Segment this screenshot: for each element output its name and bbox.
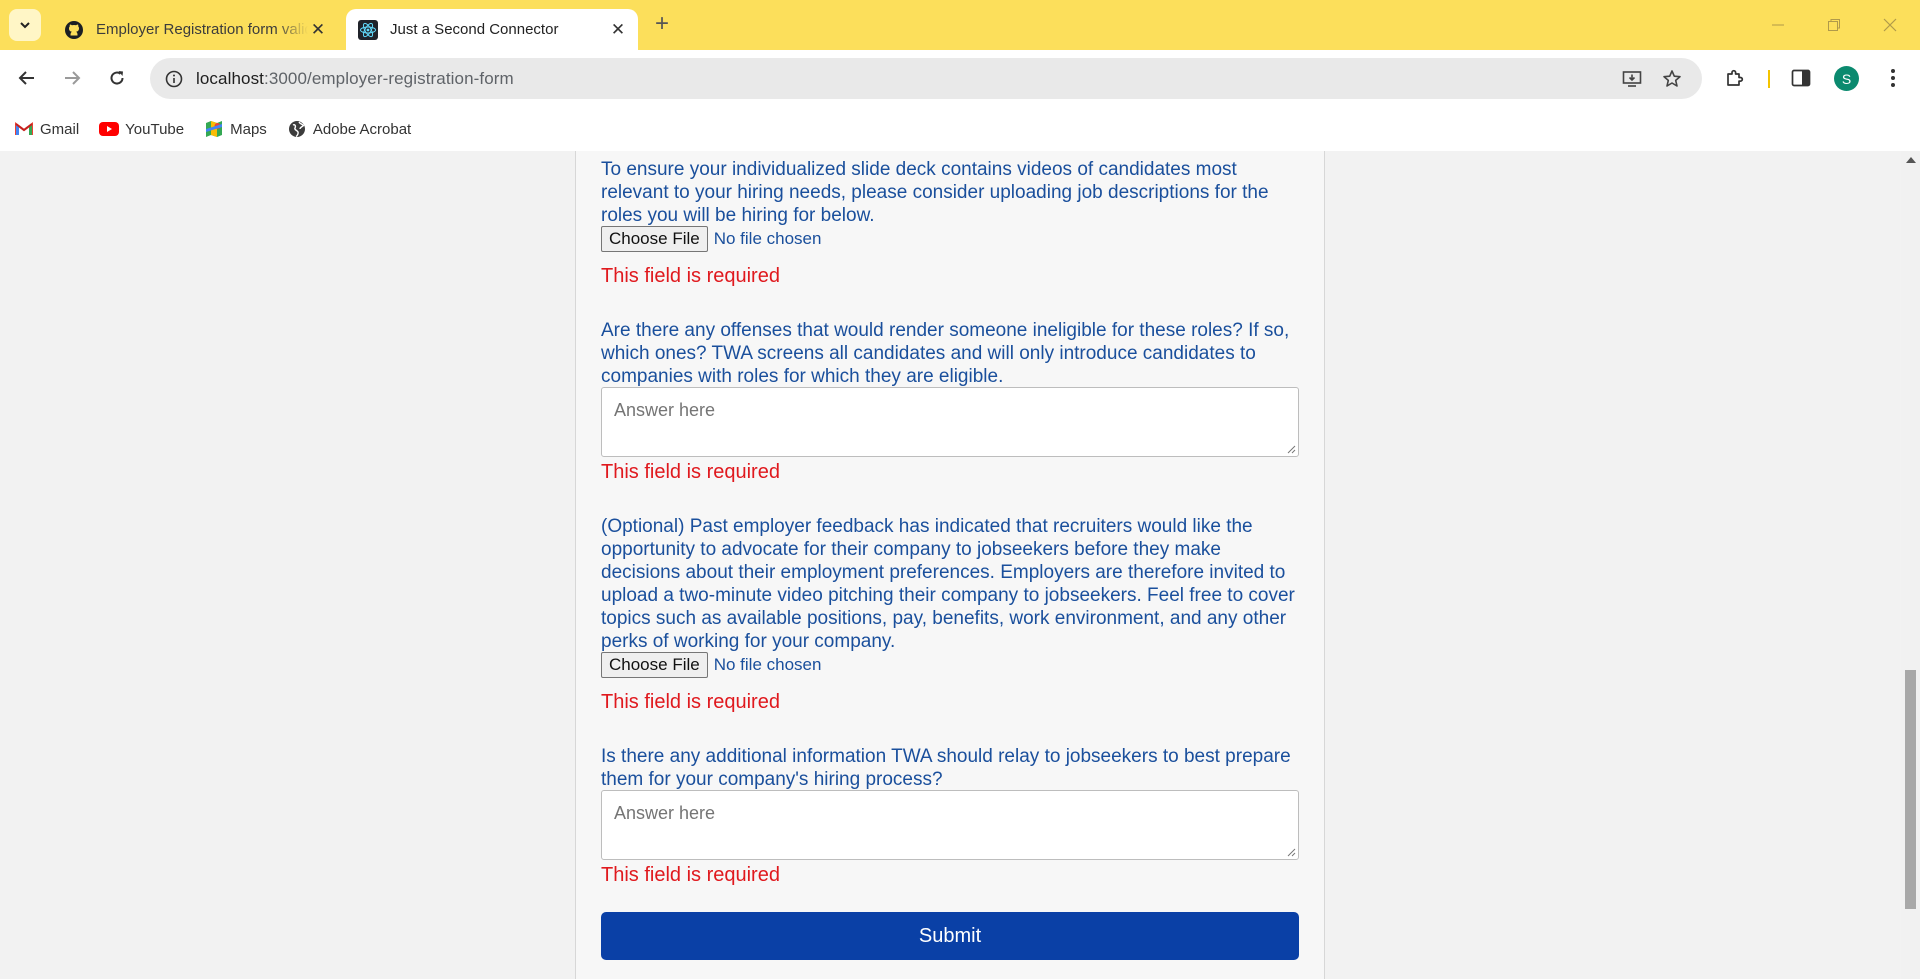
- answer-placeholder: Answer here: [614, 400, 716, 420]
- tab-title: Employer Registration form validation: [96, 21, 308, 38]
- submit-button[interactable]: Submit: [601, 912, 1299, 960]
- scrollbar-thumb[interactable]: [1905, 670, 1916, 909]
- file-status: No file chosen: [713, 229, 822, 248]
- new-tab-plus-icon[interactable]: +: [648, 10, 676, 38]
- address-bar[interactable]: localhost:3000/employer-registration-for…: [150, 58, 1702, 99]
- bookmark-gmail[interactable]: Gmail: [14, 115, 87, 143]
- site-info-icon[interactable]: [160, 65, 188, 93]
- question-additional-info: Is there any additional information TWA …: [601, 746, 1291, 790]
- page-viewport: To ensure your individualized slide deck…: [0, 151, 1920, 979]
- bookmark-label: Gmail: [40, 120, 80, 138]
- bookmark-label: Adobe Acrobat: [312, 120, 412, 138]
- resize-handle-icon[interactable]: [1286, 444, 1296, 454]
- toolbar-separator: [1768, 70, 1770, 88]
- question-pitch-video: (Optional) Past employer feedback has in…: [601, 516, 1295, 652]
- url-host: localhost: [196, 69, 264, 88]
- tab-title: Just a Second Connector: [390, 21, 559, 38]
- bookmark-label: Maps: [230, 120, 267, 138]
- choose-file-button[interactable]: Choose File: [601, 652, 708, 678]
- pitch-video-file-input[interactable]: Choose File No file chosen: [601, 652, 821, 678]
- extensions-puzzle-icon[interactable]: [1720, 63, 1750, 93]
- resize-handle-icon[interactable]: [1286, 847, 1296, 857]
- tab-employer-registration[interactable]: Employer Registration form validation ✕: [52, 9, 338, 50]
- globe-icon: [287, 121, 307, 138]
- file-status: No file chosen: [713, 655, 822, 674]
- kebab-menu-icon[interactable]: [1878, 63, 1908, 93]
- job-description-file-input[interactable]: Choose File No file chosen: [601, 226, 821, 252]
- close-tab-icon[interactable]: ✕: [308, 20, 328, 40]
- side-panel-icon[interactable]: [1786, 63, 1816, 93]
- additional-info-answer-textarea[interactable]: Answer here: [601, 790, 1299, 860]
- choose-file-button[interactable]: Choose File: [601, 226, 708, 252]
- bookmark-maps[interactable]: Maps: [204, 115, 275, 143]
- offenses-answer-textarea[interactable]: Answer here: [601, 387, 1299, 457]
- reload-icon[interactable]: [100, 61, 134, 95]
- minimize-icon[interactable]: [1750, 0, 1806, 50]
- error-message: This field is required: [601, 265, 780, 287]
- bookmark-adobe-acrobat[interactable]: Adobe Acrobat: [287, 115, 419, 143]
- forward-arrow-icon[interactable]: [55, 61, 89, 95]
- url-path: :3000/employer-registration-form: [264, 69, 514, 88]
- maps-icon: [204, 121, 224, 137]
- youtube-icon: [99, 121, 120, 137]
- question-offenses: Are there any offenses that would render…: [601, 320, 1290, 387]
- error-message: This field is required: [601, 691, 780, 713]
- close-window-icon[interactable]: [1862, 0, 1918, 50]
- page-scrollbar[interactable]: [1901, 151, 1920, 979]
- error-message: This field is required: [601, 461, 780, 483]
- question-job-descriptions: To ensure your individualized slide deck…: [601, 159, 1269, 226]
- scroll-up-arrow-icon[interactable]: [1906, 157, 1916, 163]
- bookmarks-bar: Gmail YouTube Maps Adobe Acrobat: [0, 107, 1920, 151]
- bookmark-label: YouTube: [125, 120, 185, 138]
- tab-search-button[interactable]: [9, 9, 41, 41]
- answer-placeholder: Answer here: [614, 803, 716, 823]
- react-icon: [358, 19, 378, 40]
- gmail-icon: [14, 121, 34, 137]
- restore-icon[interactable]: [1806, 0, 1862, 50]
- employer-registration-form: To ensure your individualized slide deck…: [575, 151, 1325, 979]
- close-tab-icon[interactable]: ✕: [608, 20, 628, 40]
- chevron-down-icon: [20, 22, 30, 29]
- install-app-icon[interactable]: [1618, 65, 1646, 93]
- tab-just-a-second-connector[interactable]: Just a Second Connector ✕: [346, 9, 638, 50]
- bookmark-star-icon[interactable]: [1658, 65, 1686, 93]
- tab-strip: Employer Registration form validation ✕ …: [0, 0, 1920, 50]
- browser-toolbar: localhost:3000/employer-registration-for…: [0, 50, 1920, 107]
- error-message: This field is required: [601, 864, 780, 886]
- profile-avatar[interactable]: S: [1834, 66, 1859, 91]
- back-arrow-icon[interactable]: [10, 61, 44, 95]
- github-icon: [64, 20, 84, 40]
- url-text[interactable]: localhost:3000/employer-registration-for…: [196, 69, 514, 89]
- bookmark-youtube[interactable]: YouTube: [99, 115, 192, 143]
